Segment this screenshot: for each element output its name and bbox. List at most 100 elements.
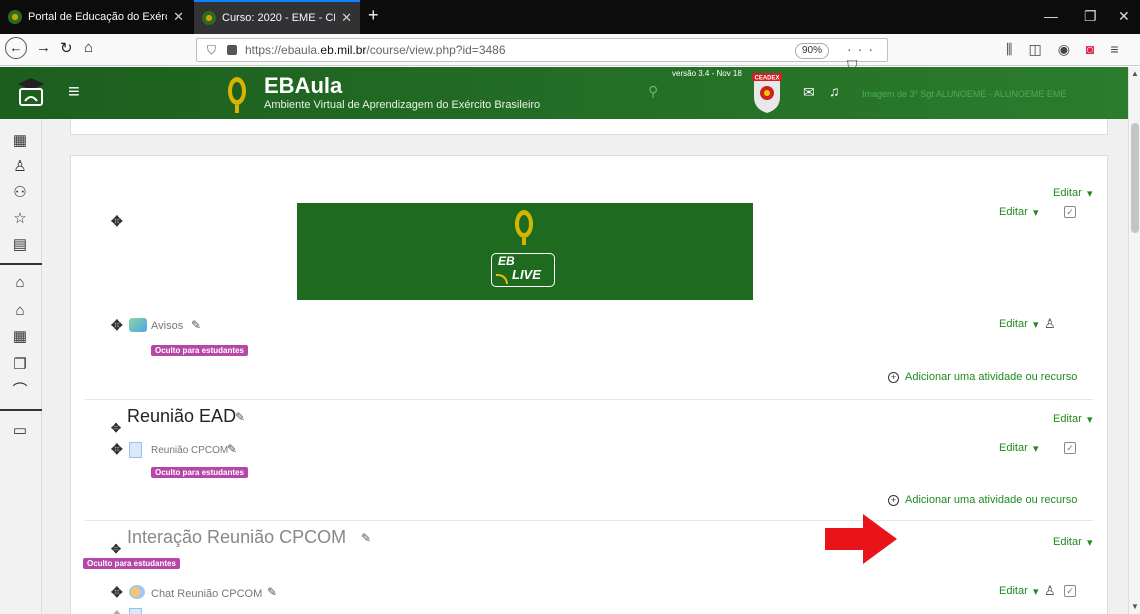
graduation-cap-logo-icon[interactable] <box>16 75 46 109</box>
activity-link[interactable]: Reunião CPCOM <box>151 445 228 456</box>
move-icon[interactable]: ✥ <box>111 584 123 601</box>
bell-icon[interactable]: ♫ <box>829 83 840 99</box>
tab-title: Curso: 2020 - EME - CPCOM EA <box>222 12 335 24</box>
home-nav-icon[interactable]: ⌂ <box>10 273 30 293</box>
completion-checkbox-icon[interactable]: ✓ <box>1064 442 1076 454</box>
red-arrow-annotation-icon <box>825 514 897 564</box>
grades-icon[interactable]: ▤ <box>10 235 30 255</box>
tab-title: Portal de Educação do Exército <box>28 11 168 23</box>
lock-icon <box>227 45 237 55</box>
drawer-divider <box>0 263 42 265</box>
close-window-icon[interactable]: ✕ <box>1118 8 1130 25</box>
edit-title-pencil-icon[interactable]: ✎ <box>191 318 201 332</box>
edit-section-link[interactable]: Editar <box>1053 187 1082 199</box>
scrollbar-thumb[interactable] <box>1131 123 1139 233</box>
files-icon[interactable]: ❐ <box>10 355 30 375</box>
home-icon[interactable]: ⌂ <box>84 39 93 56</box>
edit-activity-link[interactable]: Editar <box>999 206 1028 218</box>
add-activity-label: Adicionar uma atividade ou recurso <box>905 494 1078 506</box>
activity-link[interactable]: Chat Reunião CPCOM <box>151 588 262 600</box>
army-emblem-icon <box>228 77 246 113</box>
browser-nav-bar: ← → ↻ ⌂ ⛉ https://ebaula. eb.mil.br/cours… <box>0 34 1140 90</box>
group-mode-icon[interactable]: ♙ <box>1044 583 1056 599</box>
favicon-icon <box>8 10 22 24</box>
brand-title[interactable]: EBAula <box>264 73 342 99</box>
eb-live-banner[interactable]: EB LIVE <box>297 203 753 300</box>
course-header-card <box>70 119 1108 135</box>
section-divider <box>85 399 1093 400</box>
edit-section-link[interactable]: Editar <box>1053 413 1082 425</box>
competencies-icon[interactable]: ☆ <box>10 209 30 229</box>
my-courses-icon[interactable]: ⌒ <box>10 381 30 401</box>
move-icon[interactable]: ✥ <box>111 317 123 334</box>
forward-icon[interactable]: → <box>36 39 51 56</box>
edit-title-pencil-icon[interactable]: ✎ <box>267 585 277 599</box>
caret-down-icon[interactable]: ▾ <box>1033 206 1039 219</box>
library-icon[interactable]: ⫼ <box>1006 41 1012 58</box>
edit-title-pencil-icon[interactable]: ✎ <box>235 410 245 424</box>
shield-icon: ⛉ <box>207 42 217 57</box>
close-tab-icon[interactable]: ✕ <box>341 10 352 26</box>
new-tab-icon[interactable]: + <box>368 5 379 26</box>
completion-checkbox-icon[interactable]: ✓ <box>1064 585 1076 597</box>
badges-icon[interactable]: ⚇ <box>10 183 30 203</box>
move-icon[interactable]: ✥ <box>111 542 121 556</box>
add-activity-link[interactable]: + Adicionar uma atividade ou recurso <box>888 494 1077 506</box>
dashboard-icon[interactable]: ▦ <box>10 131 30 151</box>
restore-icon[interactable]: ❐ <box>1084 8 1097 25</box>
edit-title-pencil-icon[interactable]: ✎ <box>227 442 237 456</box>
section-title: Interação Reunião CPCOM <box>127 527 347 547</box>
url-bar[interactable]: ⛉ https://ebaula. eb.mil.br/course/view.p… <box>196 38 888 90</box>
back-icon[interactable]: ← <box>5 37 27 59</box>
sidebar-icon[interactable]: ◫ <box>1028 41 1041 58</box>
reload-icon[interactable]: ↻ <box>60 39 73 57</box>
edit-section-link[interactable]: Editar <box>1053 536 1082 548</box>
calendar-icon[interactable]: ▦ <box>10 327 30 347</box>
activity-link[interactable]: Avisos <box>151 320 183 332</box>
scroll-down-icon[interactable]: ▼ <box>1131 602 1139 611</box>
browser-tab-course[interactable]: Curso: 2020 - EME - CPCOM EA ✕ <box>194 0 360 34</box>
browser-tab-portal[interactable]: Portal de Educação do Exército ✕ <box>0 0 192 34</box>
edit-activity-link[interactable]: Editar <box>999 318 1028 330</box>
pocket-icon[interactable]: ◙ <box>1086 41 1094 58</box>
participants-icon[interactable]: ♙ <box>10 157 30 177</box>
caret-down-icon[interactable]: ▾ <box>1087 536 1093 549</box>
caret-down-icon[interactable]: ▾ <box>1033 442 1039 455</box>
hamburger-menu-icon[interactable]: ≡ <box>68 81 80 104</box>
menu-icon[interactable]: ≡ <box>1110 41 1118 58</box>
close-tab-icon[interactable]: ✕ <box>173 9 184 25</box>
ceadex-logo-icon: CEADEX <box>752 73 782 113</box>
favicon-icon <box>202 11 216 25</box>
move-icon[interactable]: ✥ <box>111 213 123 230</box>
scroll-up-icon[interactable]: ▲ <box>1131 69 1139 78</box>
site-home-icon[interactable]: ⌂ <box>10 301 30 321</box>
forum-icon <box>129 318 147 332</box>
user-menu[interactable]: Imagem de 3º Sgt ALUNOEME - ALUNOEME EME <box>862 89 1066 99</box>
search-icon[interactable]: ⚲ <box>648 83 658 100</box>
page-icon <box>129 608 142 614</box>
account-icon[interactable]: ◉ <box>1058 41 1070 58</box>
move-icon[interactable]: ✥ <box>111 441 123 458</box>
minimize-icon[interactable]: — <box>1044 8 1058 24</box>
folder-icon[interactable]: ▭ <box>10 421 30 441</box>
caret-down-icon[interactable]: ▾ <box>1033 585 1039 598</box>
mail-icon[interactable]: ✉ <box>803 84 815 101</box>
caret-down-icon[interactable]: ▾ <box>1033 318 1039 331</box>
url-path: /course/view.php?id=3486 <box>366 43 506 57</box>
page-scrollbar[interactable]: ▲ ▼ <box>1128 67 1140 614</box>
edit-title-pencil-icon[interactable]: ✎ <box>361 531 371 545</box>
caret-down-icon[interactable]: ▾ <box>1087 413 1093 426</box>
add-activity-link[interactable]: + Adicionar uma atividade ou recurso <box>888 371 1077 383</box>
url-prefix: https://ebaula. <box>245 43 321 57</box>
edit-activity-link[interactable]: Editar <box>999 585 1028 597</box>
url-host: eb.mil.br <box>320 43 367 57</box>
edit-activity-link[interactable]: Editar <box>999 442 1028 454</box>
ceadex-text: CEADEX <box>754 76 779 82</box>
move-icon[interactable]: ✥ <box>111 608 123 614</box>
zoom-level[interactable]: 90% <box>795 43 830 59</box>
move-icon[interactable]: ✥ <box>111 421 121 435</box>
completion-checkbox-icon[interactable]: ✓ <box>1064 206 1076 218</box>
group-mode-icon[interactable]: ♙ <box>1044 316 1056 332</box>
course-page: Editar ▾ ✥ EB LIVE Editar ▾ ✓ ✥ Avisos ✎ O… <box>42 119 1128 614</box>
caret-down-icon[interactable]: ▾ <box>1087 187 1093 200</box>
